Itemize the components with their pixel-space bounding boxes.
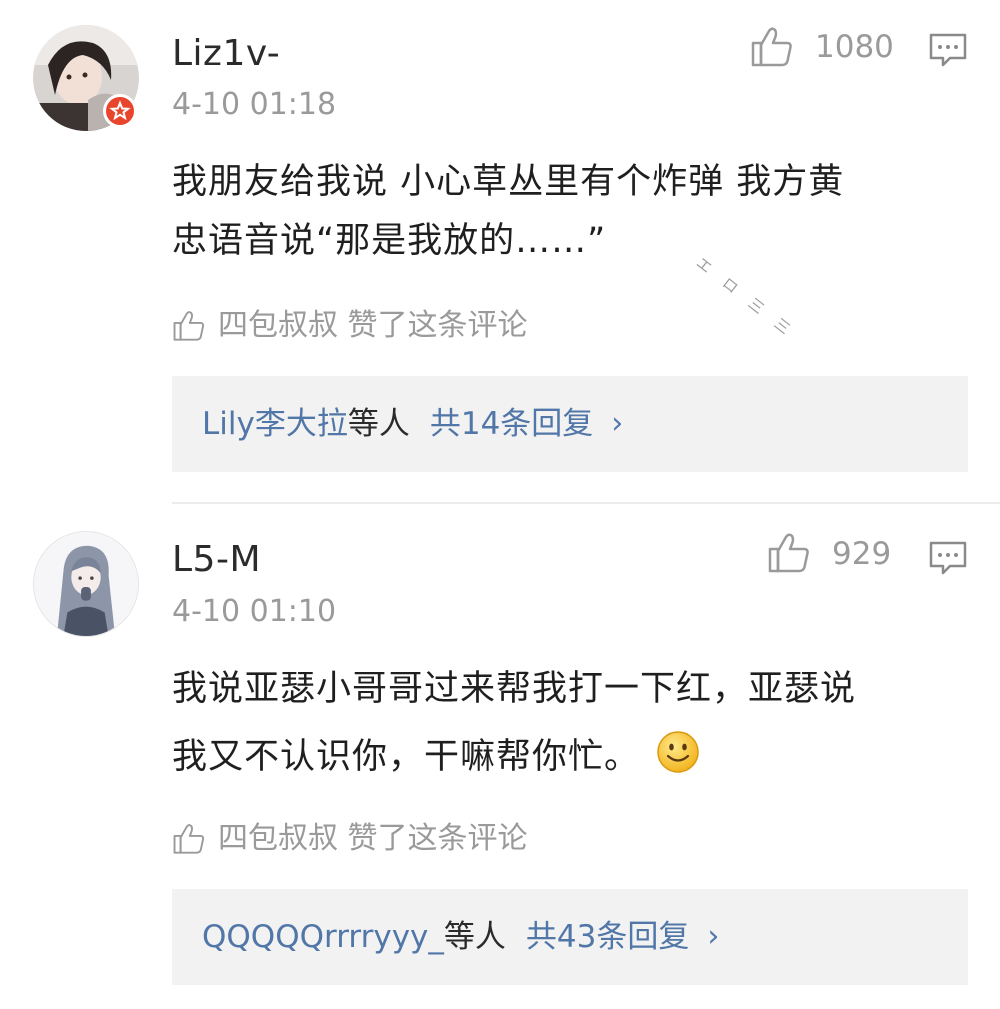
liked-by-row: 四包叔叔 赞了这条评论 [172, 306, 528, 346]
comment-text-line: 我又不认识你，干嘛帮你忙。 [172, 730, 700, 775]
comment-text-line: 忠语音说“那是我放的……” [172, 221, 607, 261]
reply-count-link[interactable]: 共43条回复 [526, 921, 689, 953]
reply-count-link[interactable]: 共14条回复 [430, 408, 593, 440]
smiley-emoji-icon [657, 731, 699, 773]
comment-item: L5-M 4-10 01:10 929 我说亚瑟小哥哥过来帮我打一下红，亚瑟说 … [0, 504, 1000, 1009]
comment-bubble-icon[interactable] [928, 32, 968, 68]
username[interactable]: L5-M [172, 542, 261, 578]
chevron-right-icon: › [707, 919, 720, 954]
comment-text: 我又不认识你，干嘛帮你忙。 [172, 737, 641, 777]
thumbs-up-icon[interactable] [767, 532, 811, 574]
chevron-right-icon: › [611, 406, 624, 441]
reply-users-link[interactable]: QQQQQrrrryyy_ [202, 921, 444, 953]
comment-text-line: 我说亚瑟小哥哥过来帮我打一下红，亚瑟说 [172, 669, 857, 709]
reply-summary-box[interactable]: QQQQQrrrryyy_ 等人 共43条回复 › [172, 889, 968, 985]
timestamp: 4-10 01:10 [172, 594, 337, 629]
thumbs-up-icon [173, 311, 205, 341]
liked-by-text: 四包叔叔 赞了这条评论 [218, 821, 528, 856]
liked-by-row: 四包叔叔 赞了这条评论 [172, 819, 528, 859]
avatar[interactable] [33, 531, 139, 637]
comment-item: Liz1v- 4-10 01:18 1080 我朋友给我说 小心草丛里有个炸弹 … [0, 0, 1000, 500]
thumbs-up-icon [173, 824, 205, 854]
verified-badge-icon [103, 94, 137, 128]
comment-bubble-icon[interactable] [928, 540, 968, 576]
thumbs-up-icon[interactable] [750, 26, 794, 68]
reply-suffix: 等人 [443, 918, 506, 955]
timestamp: 4-10 01:18 [172, 87, 337, 122]
reply-users-link[interactable]: Lily李大拉 [202, 408, 348, 440]
like-count: 929 [832, 536, 892, 572]
like-count: 1080 [815, 29, 894, 65]
reply-summary-box[interactable]: Lily李大拉 等人 共14条回复 › [172, 376, 968, 472]
reply-suffix: 等人 [347, 405, 410, 442]
liked-by-text: 四包叔叔 赞了这条评论 [218, 308, 528, 343]
username[interactable]: Liz1v- [172, 36, 280, 72]
comment-text-line: 我朋友给我说 小心草丛里有个炸弹 我方黄 [172, 162, 845, 202]
